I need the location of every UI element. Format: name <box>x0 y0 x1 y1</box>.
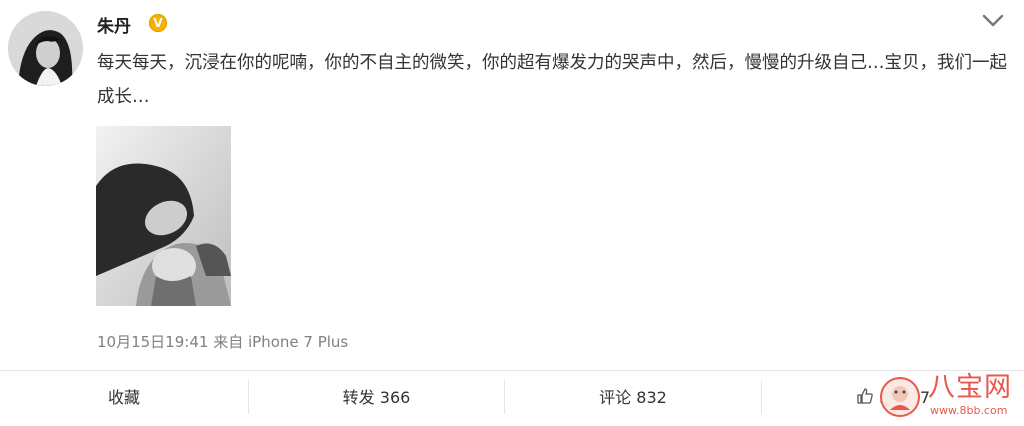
chevron-down-icon[interactable] <box>980 10 1006 32</box>
repost-button[interactable]: 转发 366 <box>249 371 504 424</box>
comment-label: 评论 <box>599 388 632 407</box>
source-prefix: 来自 <box>213 333 244 351</box>
avatar[interactable] <box>8 11 83 86</box>
watermark: 八宝网 www.8bb.com <box>878 372 1020 422</box>
watermark-title: 八宝网 <box>928 372 1012 403</box>
post-source: iPhone 7 Plus <box>247 333 349 351</box>
avatar-image <box>8 11 83 86</box>
comment-count: 832 <box>636 388 667 407</box>
post-photo[interactable] <box>96 126 231 306</box>
action-bar: 收藏 转发 366 评论 832 34317 <box>0 371 1024 424</box>
repost-label: 转发 <box>342 388 375 407</box>
post-meta: 10月15日19:41 来自 iPhone 7 Plus <box>97 331 348 352</box>
author-name[interactable]: 朱丹 <box>97 12 131 37</box>
repost-count: 366 <box>379 388 411 407</box>
post-time[interactable]: 10月15日19:41 <box>97 333 208 351</box>
verified-v-icon: V <box>149 14 167 32</box>
comment-button[interactable]: 评论 832 <box>505 371 761 424</box>
post-text: 每天每天，沉浸在你的呢喃，你的不自主的微笑，你的超有爆发力的哭声中，然后，慢慢的… <box>97 53 1007 107</box>
thumbs-up-icon <box>857 388 873 404</box>
favorite-label: 收藏 <box>107 388 140 407</box>
favorite-button[interactable]: 收藏 <box>0 371 248 424</box>
watermark-url: www.8bb.com <box>930 404 1008 417</box>
